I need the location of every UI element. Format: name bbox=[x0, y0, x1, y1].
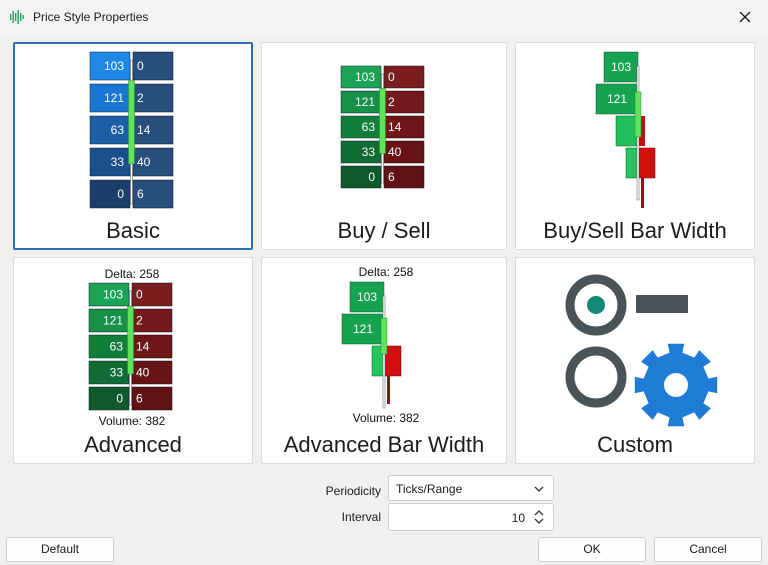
basic-bid-value: 121 bbox=[104, 91, 124, 105]
basic-ask-value: 0 bbox=[137, 59, 144, 73]
basic-bid-value: 0 bbox=[117, 187, 124, 201]
advanced-bid-value: 63 bbox=[110, 340, 124, 354]
style-card-custom[interactable]: Custom bbox=[515, 257, 755, 464]
buy-sell-bid-value: 63 bbox=[362, 120, 376, 134]
advanced-ask-value: 40 bbox=[136, 366, 150, 380]
interval-spinbox[interactable]: 10 bbox=[388, 503, 554, 531]
advanced-ask-value: 14 bbox=[136, 340, 150, 354]
interval-value: 10 bbox=[511, 511, 525, 525]
basic-ask-value: 6 bbox=[137, 187, 144, 201]
buy-sell-bid-value: 33 bbox=[362, 145, 376, 159]
buy-sell-bid-value: 0 bbox=[368, 170, 375, 184]
title-bar: Price Style Properties bbox=[0, 0, 768, 34]
basic-bid-value: 103 bbox=[104, 59, 124, 73]
style-card-buy-sell-bar-width[interactable]: 103 121 Buy/Sell Bar Width bbox=[515, 42, 755, 250]
buy-sell-bid-value: 103 bbox=[355, 70, 375, 84]
advanced-bar-width-ask-bar bbox=[384, 345, 402, 377]
advanced-delta-text: Delta: 258 bbox=[105, 267, 160, 281]
ok-button[interactable]: OK bbox=[538, 537, 646, 562]
basic-candle-body bbox=[128, 80, 135, 165]
basic-ask-value: 40 bbox=[137, 155, 151, 169]
buy-sell-ask-value: 6 bbox=[388, 170, 395, 184]
style-label-advanced: Advanced bbox=[84, 432, 182, 457]
advanced-bid-cell bbox=[88, 386, 130, 411]
basic-ask-value: 2 bbox=[137, 91, 144, 105]
style-card-basic[interactable]: 103 0 121 2 63 14 33 40 0 6 Basic bbox=[13, 42, 253, 250]
buy-sell-ask-value: 14 bbox=[388, 120, 402, 134]
basic-bid-value: 33 bbox=[111, 155, 125, 169]
advanced-candle-body bbox=[127, 306, 134, 375]
style-card-advanced-bar-width[interactable]: Delta: 258 103 121 Volume: 382 Advanced B… bbox=[261, 257, 507, 464]
buy-sell-ask-value: 2 bbox=[388, 95, 395, 109]
gear-hole bbox=[664, 373, 688, 397]
advanced-bar-width-ask-tail bbox=[387, 376, 390, 404]
default-button[interactable]: Default bbox=[6, 537, 114, 562]
style-label-basic: Basic bbox=[106, 218, 160, 243]
basic-bid-value: 63 bbox=[111, 123, 125, 137]
advanced-bid-value: 121 bbox=[103, 314, 123, 328]
bar-width-ask-bar bbox=[638, 147, 656, 179]
advanced-ask-value: 0 bbox=[136, 288, 143, 302]
advanced-bar-width-candle-body bbox=[380, 317, 388, 355]
periodicity-select[interactable]: Ticks/Range bbox=[388, 475, 554, 501]
style-label-advanced-bar-width: Advanced Bar Width bbox=[283, 432, 485, 457]
style-label-buy-sell-bar-width: Buy/Sell Bar Width bbox=[543, 218, 727, 243]
bar-width-candle-body bbox=[634, 91, 642, 138]
style-label-custom: Custom bbox=[597, 432, 673, 457]
buy-sell-bid-value: 121 bbox=[355, 95, 375, 109]
chevron-down-icon bbox=[534, 486, 544, 492]
advanced-ask-value: 2 bbox=[136, 314, 143, 328]
advanced-bar-width-delta-text: Delta: 258 bbox=[359, 265, 414, 279]
waveform-icon bbox=[10, 10, 24, 24]
advanced-bid-value: 0 bbox=[116, 392, 123, 406]
advanced-bid-value: 103 bbox=[103, 288, 123, 302]
advanced-volume-text: Volume: 382 bbox=[99, 414, 166, 428]
bar-width-bid-value: 103 bbox=[611, 60, 631, 74]
style-card-buy-sell[interactable]: 103 0 121 2 63 14 33 40 0 6 Buy / Sell bbox=[261, 42, 507, 250]
style-card-advanced[interactable]: Delta: 258 103 0 121 2 63 14 33 40 0 6 Volume: 38… bbox=[13, 257, 253, 464]
advanced-bar-width-bid-value: 121 bbox=[353, 322, 373, 336]
window-title: Price Style Properties bbox=[33, 10, 149, 24]
spin-arrows-icon[interactable] bbox=[533, 507, 545, 527]
advanced-bar-width-bid-value: 103 bbox=[357, 290, 377, 304]
cancel-button[interactable]: Cancel bbox=[654, 537, 762, 562]
style-label-buy-sell: Buy / Sell bbox=[337, 218, 431, 243]
interval-label: Interval bbox=[341, 510, 381, 524]
buy-sell-candle-body bbox=[379, 88, 386, 154]
buy-sell-ask-value: 0 bbox=[388, 70, 395, 84]
buy-sell-ask-value: 40 bbox=[388, 145, 402, 159]
buy-sell-bid-cell bbox=[340, 165, 382, 189]
bar-width-bid-value: 121 bbox=[607, 92, 627, 106]
periodicity-value: Ticks/Range bbox=[396, 482, 463, 496]
periodicity-label: Periodicity bbox=[325, 484, 381, 498]
advanced-ask-value: 6 bbox=[136, 392, 143, 406]
basic-bid-cell bbox=[89, 179, 131, 209]
bar-width-bid-bar bbox=[625, 147, 639, 179]
close-icon[interactable] bbox=[736, 8, 754, 26]
bar-width-ask-tail bbox=[641, 178, 644, 208]
advanced-bar-width-volume-text: Volume: 382 bbox=[353, 411, 420, 425]
bar-width-bid-bar bbox=[615, 115, 639, 147]
basic-ask-value: 14 bbox=[137, 123, 151, 137]
advanced-bid-value: 33 bbox=[110, 366, 124, 380]
